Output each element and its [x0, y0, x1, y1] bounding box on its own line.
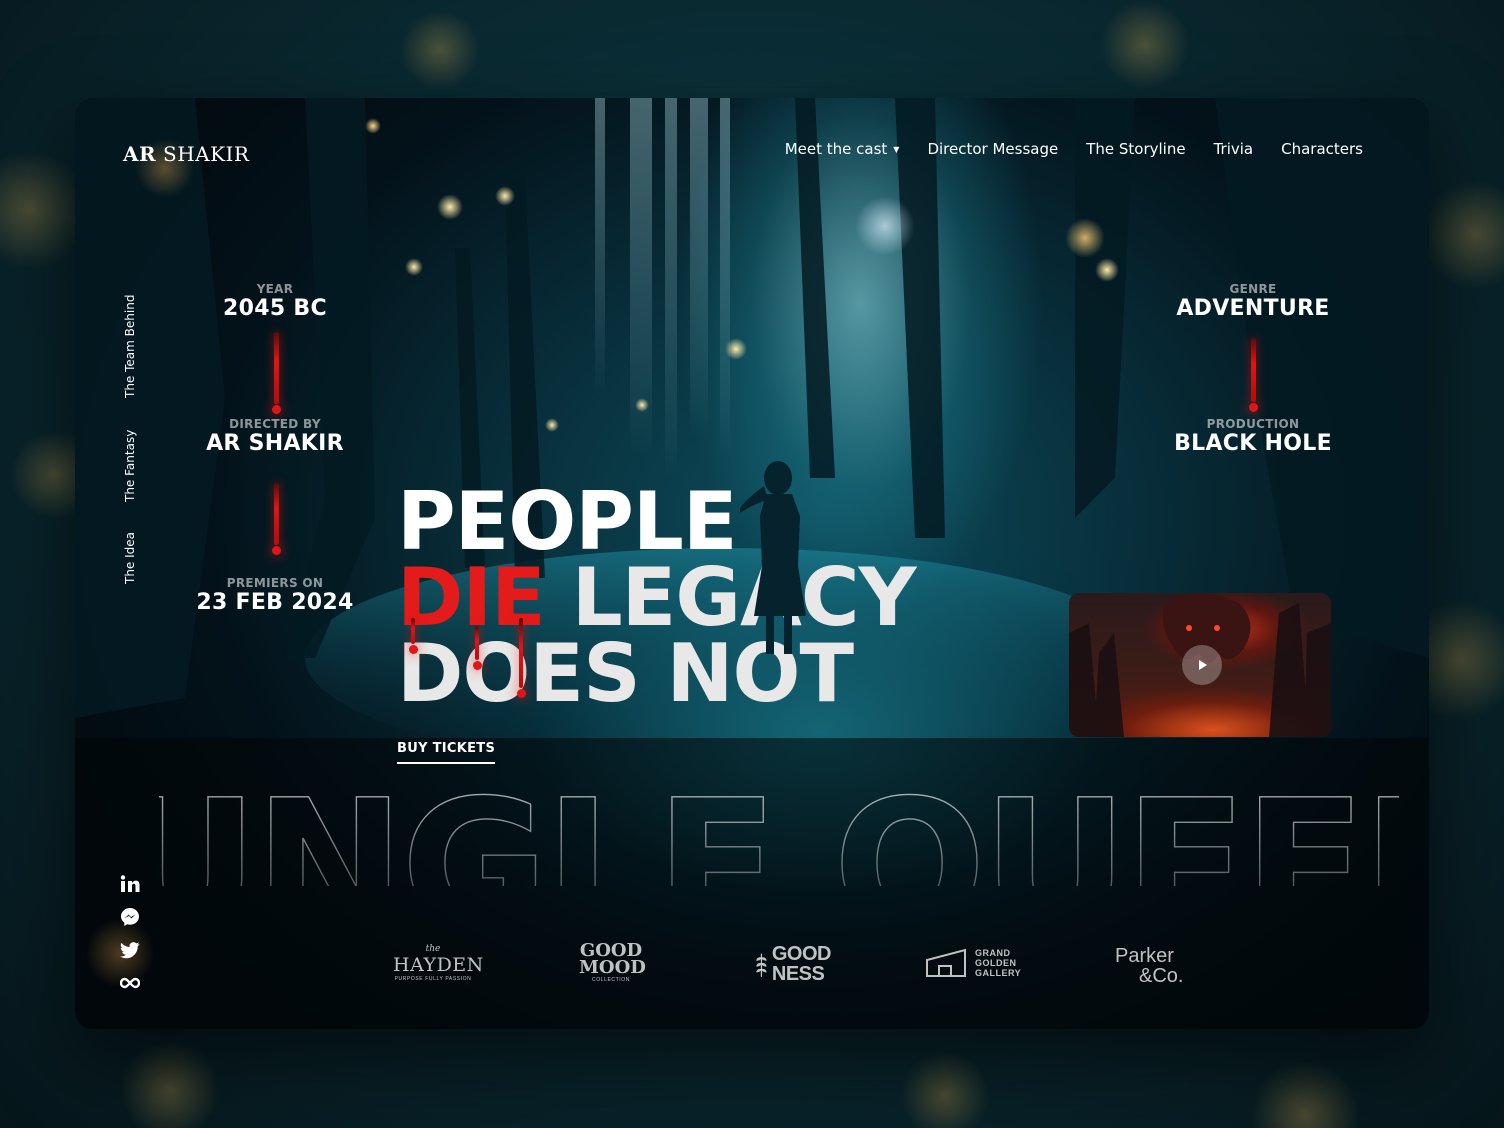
blood-drip: [272, 483, 281, 555]
sponsor-parker-co: Parker &Co.: [1115, 946, 1195, 986]
sponsor-grand-line1: GRAND: [975, 948, 1011, 958]
buy-tickets-button[interactable]: BUY TICKETS: [397, 741, 496, 764]
sponsor-goodness: GOOD NESS: [755, 943, 832, 985]
sponsor-grand-line3: GALLERY: [975, 968, 1022, 978]
side-nav-fantasy[interactable]: The Fantasy: [123, 430, 137, 502]
sponsor-good-mood-line2: MOOD: [579, 957, 646, 978]
meta-director: DIRECTED BY AR SHAKIR: [185, 417, 365, 456]
headline-blood-drip: [473, 626, 482, 670]
meta-premiere: PREMIERS ON 23 FEB 2024: [185, 576, 365, 615]
nav-characters[interactable]: Characters: [1281, 140, 1363, 158]
meta-premiere-label: PREMIERS ON: [226, 576, 324, 590]
trailer-video-thumbnail[interactable]: [1069, 593, 1331, 737]
gallery-icon: [926, 948, 966, 977]
side-nav-idea[interactable]: The Idea: [123, 532, 137, 584]
meta-premiere-value: 23 FEB 2024: [196, 590, 354, 615]
wheat-icon: [756, 953, 767, 977]
messenger-icon[interactable]: [119, 907, 141, 927]
nav-director-message[interactable]: Director Message: [927, 140, 1058, 158]
nav-meet-the-cast[interactable]: Meet the cast ▼: [785, 140, 900, 158]
social-links: [119, 874, 141, 993]
main-nav: Meet the cast ▼ Director Message The Sto…: [785, 140, 1363, 158]
headline-line-1: PEOPLE: [397, 475, 738, 568]
chevron-down-icon: ▼: [893, 144, 900, 154]
movie-title-outline: JUNGLE QUEEN: [159, 778, 1399, 886]
meta-year-value: 2045 BC: [223, 296, 327, 321]
meta-director-value: AR SHAKIR: [206, 431, 344, 456]
meta-production-label: PRODUCTION: [1206, 417, 1300, 431]
hero-card: AR SHAKIR Meet the cast ▼ Director Messa…: [75, 98, 1429, 1029]
play-icon: [1199, 660, 1207, 670]
sponsor-grand-golden-gallery: GRAND GOLDEN GALLERY: [925, 948, 1025, 978]
sponsor-good-mood: GOOD MOOD COLLECTION: [579, 942, 646, 984]
headline-line-2: DIE LEGACY: [397, 558, 917, 638]
meta-production: PRODUCTION BLACK HOLE: [1163, 417, 1343, 456]
sponsor-logos: the HAYDEN PURPOSE FULLY PASSION GOOD MO…: [393, 942, 1195, 994]
side-nav-team-behind[interactable]: The Team Behind: [123, 295, 137, 398]
infinity-icon[interactable]: [119, 973, 141, 993]
blood-drip: [272, 332, 281, 414]
sponsor-hayden-tagline: PURPOSE FULLY PASSION: [394, 976, 472, 982]
sponsor-hayden: the HAYDEN PURPOSE FULLY PASSION: [393, 944, 484, 982]
side-nav: The Team Behind The Fantasy The Idea: [123, 294, 143, 594]
play-button[interactable]: [1182, 645, 1222, 685]
headline-blood-drip: [517, 618, 526, 698]
meta-year: YEAR 2045 BC: [195, 282, 355, 321]
meta-genre-value: ADVENTURE: [1176, 296, 1330, 321]
brand-logo[interactable]: AR SHAKIR: [123, 142, 250, 166]
heroine-silhouette: [740, 461, 806, 654]
nav-trivia[interactable]: Trivia: [1214, 140, 1254, 158]
sponsor-grand-line2: GOLDEN: [975, 958, 1017, 968]
meta-genre: GENRE ADVENTURE: [1163, 282, 1343, 321]
hero-headline: PEOPLE DIE LEGACY DOES NOT: [397, 475, 917, 714]
sponsor-hayden-prefix: the: [425, 944, 441, 954]
sponsor-goodness-line1: GOOD: [771, 943, 832, 965]
meta-year-label: YEAR: [256, 282, 294, 296]
sponsor-parker-line1: Parker: [1115, 945, 1174, 967]
meta-director-label: DIRECTED BY: [229, 417, 321, 431]
nav-meet-the-cast-label: Meet the cast: [784, 140, 888, 158]
meta-genre-label: GENRE: [1229, 282, 1277, 296]
linkedin-icon[interactable]: [119, 874, 141, 894]
brand-logo-bold: AR: [123, 142, 157, 166]
nav-the-storyline[interactable]: The Storyline: [1086, 140, 1185, 158]
sponsor-hayden-name: HAYDEN: [393, 954, 484, 976]
meta-production-value: BLACK HOLE: [1174, 431, 1332, 456]
blood-drip: [1249, 338, 1258, 412]
headline-blood-drip: [409, 618, 418, 654]
movie-title-text: JUNGLE QUEEN: [159, 778, 1399, 886]
sponsor-parker-line2: &Co.: [1139, 965, 1184, 987]
sponsor-goodness-line2: NESS: [771, 963, 825, 985]
brand-logo-light: SHAKIR: [163, 142, 250, 166]
twitter-icon[interactable]: [119, 940, 141, 960]
